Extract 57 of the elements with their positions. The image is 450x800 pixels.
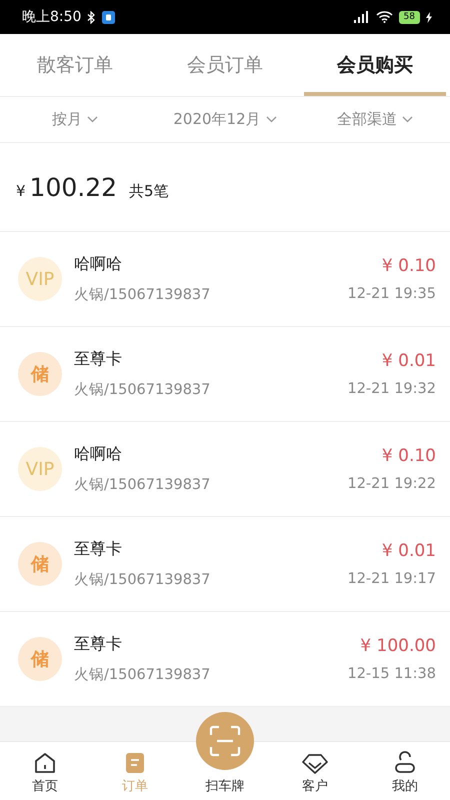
- order-detail: 火锅/15067139837: [74, 476, 212, 494]
- member-badge: 储: [18, 542, 62, 586]
- order-count: 共5笔: [129, 182, 169, 200]
- order-amount: ¥ 0.10: [382, 446, 436, 466]
- order-amount: ¥ 0.01: [382, 351, 436, 371]
- order-detail: 火锅/15067139837: [74, 666, 212, 684]
- battery-level: 58: [398, 10, 420, 24]
- tab[interactable]: 会员订单: [154, 34, 296, 96]
- total-amount: 100.22: [30, 172, 118, 202]
- currency-symbol: ¥: [16, 182, 26, 200]
- order-amount: ¥ 100.00: [360, 636, 436, 656]
- chevron-down-icon: [402, 116, 413, 123]
- tab[interactable]: 会员购买: [304, 34, 446, 96]
- order-amount: ¥ 0.10: [382, 256, 436, 276]
- order-time: 12-21 19:22: [347, 476, 436, 492]
- member-badge: 储: [18, 637, 62, 681]
- card-name: 至尊卡: [74, 634, 123, 655]
- scan-icon: [208, 724, 242, 758]
- charging-icon: [426, 12, 432, 22]
- order-detail: 火锅/15067139837: [74, 571, 212, 589]
- order-amount: ¥ 0.01: [382, 541, 436, 561]
- diamond-icon: [302, 754, 328, 774]
- filter-dropdown[interactable]: 2020年12月: [150, 97, 300, 142]
- nav-item[interactable]: 客户: [270, 742, 360, 800]
- home-icon: [34, 752, 56, 774]
- signal-icon: [352, 11, 370, 23]
- member-badge: VIP: [18, 447, 62, 491]
- card-name: 哈啊哈: [74, 444, 123, 465]
- order-row[interactable]: VIP 哈啊哈 火锅/15067139837 ¥ 0.10 12-21 19:22: [0, 422, 450, 517]
- card-name: 至尊卡: [74, 349, 123, 370]
- card-name: 哈啊哈: [74, 254, 123, 275]
- bluetooth-icon: [87, 10, 96, 24]
- order-time: 12-21 19:17: [347, 571, 436, 587]
- document-icon: [125, 752, 145, 774]
- member-badge: VIP: [18, 257, 62, 301]
- order-detail: 火锅/15067139837: [74, 286, 212, 304]
- person-icon: [394, 750, 416, 774]
- nav-item[interactable]: 我的: [360, 742, 450, 800]
- chevron-down-icon: [87, 116, 98, 123]
- member-badge: 储: [18, 352, 62, 396]
- wifi-icon: [376, 11, 393, 23]
- chevron-down-icon: [266, 116, 277, 123]
- status-time: 晚上8:50: [22, 8, 82, 26]
- nav-label[interactable]: 扫车牌: [206, 777, 244, 795]
- order-row[interactable]: 储 至尊卡 火锅/15067139837 ¥ 0.01 12-21 19:17: [0, 517, 450, 612]
- order-row[interactable]: 储 至尊卡 火锅/15067139837 ¥ 0.01 12-21 19:32: [0, 327, 450, 422]
- order-time: 12-21 19:35: [347, 286, 436, 302]
- order-time: 12-21 19:32: [347, 381, 436, 397]
- order-row[interactable]: VIP 哈啊哈 火锅/15067139837 ¥ 0.10 12-21 19:35: [0, 232, 450, 327]
- filter-dropdown[interactable]: 全部渠道: [300, 97, 450, 142]
- nav-item[interactable]: 首页: [0, 742, 90, 800]
- card-name: 至尊卡: [74, 539, 123, 560]
- app-icon: [102, 10, 116, 24]
- filter-dropdown[interactable]: 按月: [0, 97, 150, 142]
- order-detail: 火锅/15067139837: [74, 381, 212, 399]
- tab[interactable]: 散客订单: [4, 34, 146, 96]
- order-time: 12-15 11:38: [347, 666, 436, 682]
